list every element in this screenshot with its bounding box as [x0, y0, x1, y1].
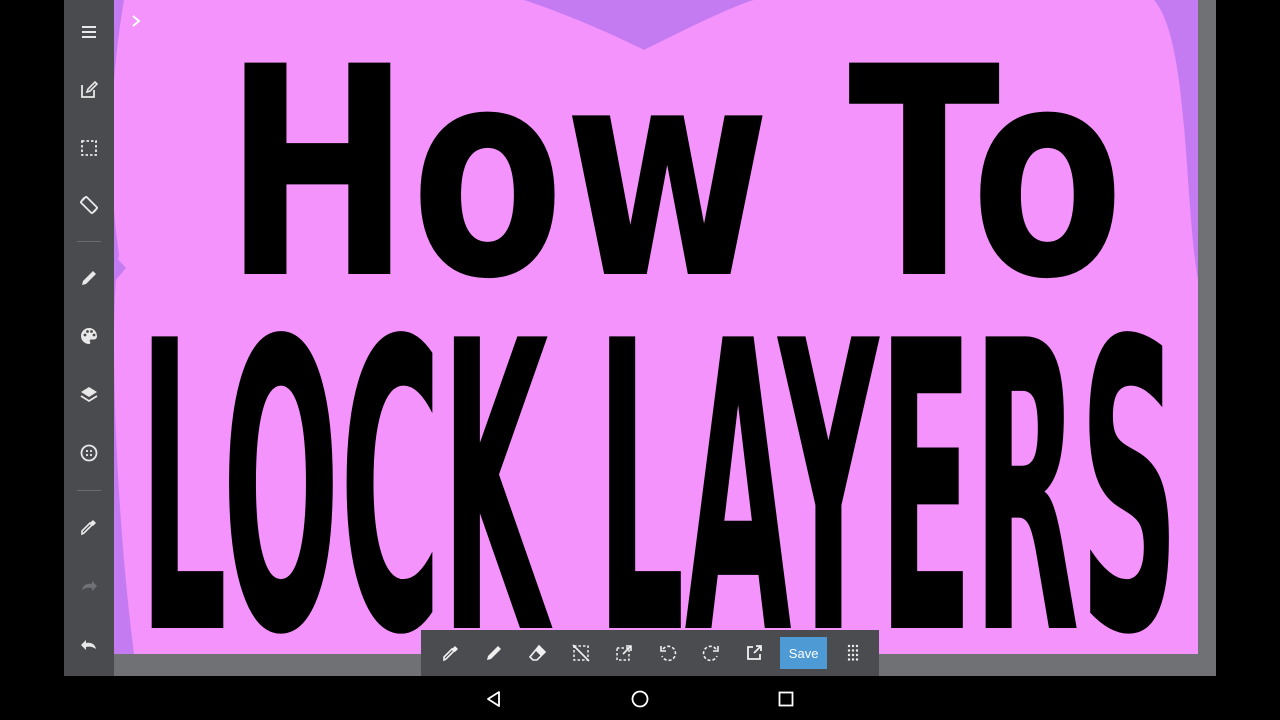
eyedropper-icon[interactable] [64, 505, 114, 549]
title-text-line-2: LOCK LAYERS [139, 258, 1179, 654]
palette-icon[interactable] [64, 314, 114, 358]
grid-dots-icon[interactable] [831, 630, 874, 676]
redo-icon[interactable] [689, 630, 732, 676]
material-icon[interactable] [64, 431, 114, 475]
home-icon[interactable] [624, 683, 656, 715]
redo-icon [64, 564, 114, 608]
left-sidebar [64, 0, 114, 676]
sidebar-divider [77, 241, 101, 242]
rotate-screen-icon[interactable] [64, 183, 114, 227]
expand-panel-chevron-icon[interactable] [128, 12, 144, 30]
sidebar-divider [77, 490, 101, 491]
deselect-icon[interactable] [559, 630, 602, 676]
undo-icon[interactable] [646, 630, 689, 676]
eyedropper-icon[interactable] [429, 630, 472, 676]
edit-canvas-icon[interactable] [64, 68, 114, 112]
transform-icon[interactable] [603, 630, 646, 676]
drawing-canvas[interactable]: How To LOCK LAYERS [114, 0, 1198, 654]
quick-toolbar: Save [421, 630, 879, 676]
undo-icon[interactable] [64, 622, 114, 666]
menu-icon[interactable] [64, 10, 114, 54]
recents-icon[interactable] [770, 683, 802, 715]
svg-text:LOCK LAYERS: LOCK LAYERS [139, 258, 1179, 654]
pen-icon[interactable] [472, 630, 515, 676]
back-icon[interactable] [478, 683, 510, 715]
open-external-icon[interactable] [733, 630, 776, 676]
pen-icon[interactable] [64, 256, 114, 300]
layers-icon[interactable] [64, 372, 114, 416]
android-nav-bar [0, 676, 1280, 720]
selection-icon[interactable] [64, 126, 114, 170]
save-button[interactable]: Save [780, 637, 828, 669]
eraser-icon[interactable] [516, 630, 559, 676]
